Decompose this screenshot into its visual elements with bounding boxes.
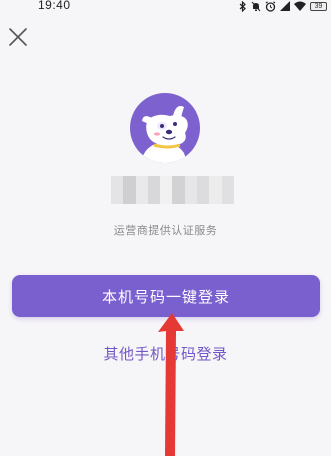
signal-icon xyxy=(280,1,290,11)
masked-phone-number xyxy=(111,176,234,204)
close-button[interactable] xyxy=(8,27,28,47)
app-logo-avatar xyxy=(130,93,200,163)
provider-notice: 运营商提供认证服务 xyxy=(113,224,218,237)
wifi-icon xyxy=(294,1,306,11)
alarm-icon xyxy=(265,0,276,12)
mute-bell-icon xyxy=(251,1,261,11)
red-arrow-icon xyxy=(158,313,184,456)
status-icons: 39 xyxy=(239,0,327,12)
status-bar: 19:40 39 xyxy=(0,0,331,14)
dog-mascot-icon xyxy=(140,106,188,163)
bluetooth-icon xyxy=(239,0,246,12)
battery-indicator: 39 xyxy=(310,1,327,11)
close-icon xyxy=(9,28,27,46)
status-time: 19:40 xyxy=(38,0,71,12)
